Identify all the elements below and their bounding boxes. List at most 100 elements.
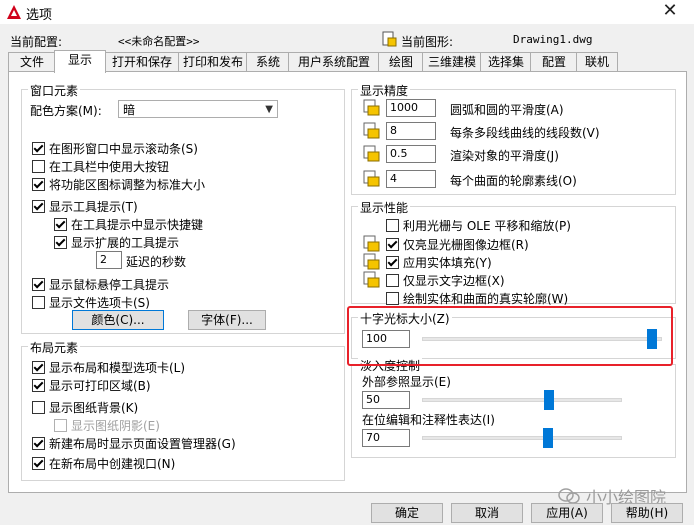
xref-fade-slider-thumb[interactable]: [543, 390, 554, 410]
checkbox-text-frame-only[interactable]: 仅显示文字边框(X): [386, 272, 505, 289]
checkbox-label: 在工具栏中使用大按钮: [49, 160, 170, 174]
checkbox-show-scrollbars[interactable]: 在图形窗口中显示滚动条(S): [32, 140, 198, 157]
checkbox-box[interactable]: [386, 274, 399, 287]
polyline-segments-input[interactable]: 8: [386, 122, 436, 140]
checkbox-page-setup-manager[interactable]: 新建布局时显示页面设置管理器(G): [32, 435, 236, 452]
checkbox-label: 显示文件选项卡(S): [49, 296, 150, 310]
layout-elements-title: 布局元素: [28, 339, 81, 356]
tab-system[interactable]: 系统: [246, 52, 290, 72]
checkbox-file-tabs[interactable]: 显示文件选项卡(S): [32, 294, 150, 311]
checkbox-label: 显示工具提示(T): [49, 200, 138, 214]
color-scheme-label: 配色方案(M):: [30, 104, 102, 118]
checkbox-printable-area[interactable]: 显示可打印区域(B): [32, 377, 151, 394]
checkbox-extended-tooltips[interactable]: 显示扩展的工具提示: [54, 234, 179, 251]
xref-fade-input[interactable]: 50: [362, 391, 410, 409]
checkbox-box[interactable]: [32, 457, 45, 470]
checkbox-paper-background[interactable]: 显示图纸背景(K): [32, 399, 138, 416]
window-elements-group: 窗口元素 配色方案(M): 暗 ▼ 在图形窗口中显示滚动条(S) 在工具栏中使用…: [21, 82, 345, 334]
arc-smoothness-input[interactable]: 1000: [386, 99, 436, 117]
checkbox-box[interactable]: [54, 236, 67, 249]
checkbox-raster-ole-pan[interactable]: 利用光栅与 OLE 平移和缩放(P): [386, 217, 571, 234]
checkbox-true-silhouettes[interactable]: 绘制实体和曲面的真实轮廓(W): [386, 290, 568, 307]
checkbox-box: [54, 419, 67, 432]
apply-button[interactable]: 应用(A): [531, 503, 603, 523]
xref-fade-label: 外部参照显示(E): [362, 375, 451, 389]
inplace-fade-slider-track[interactable]: [422, 436, 622, 440]
display-performance-group: 显示性能 利用光栅与 OLE 平移和缩放(P) 仅亮显光栅图像边框(R) 应用实…: [351, 199, 676, 307]
checkbox-box[interactable]: [386, 219, 399, 232]
window-title: 选项: [26, 8, 53, 23]
tab-online[interactable]: 联机: [576, 52, 618, 72]
checkbox-box[interactable]: [32, 401, 45, 414]
checkbox-box[interactable]: [32, 200, 45, 213]
polyline-segments-label: 每条多段线曲线的线段数(V): [450, 126, 600, 140]
checkbox-paper-shadow: 显示图纸阴影(E): [54, 417, 160, 434]
checkbox-label: 在新布局中创建视口(N): [49, 457, 176, 471]
close-icon[interactable]: ✕: [658, 0, 682, 24]
fonts-button[interactable]: 字体(F)...: [188, 310, 266, 330]
checkbox-box[interactable]: [32, 296, 45, 309]
drawing-saved-icon: [363, 122, 380, 139]
tab-3d-modeling[interactable]: 三维建模: [422, 52, 482, 72]
checkbox-raster-frame-only[interactable]: 仅亮显光栅图像边框(R): [386, 236, 529, 253]
highlight-annotation-box: [347, 306, 673, 366]
chevron-down-icon: ▼: [265, 104, 273, 115]
checkbox-label: 应用实体填充(Y): [403, 256, 492, 270]
checkbox-rollover-tooltips[interactable]: 显示鼠标悬停工具提示: [32, 276, 169, 293]
checkbox-label: 利用光栅与 OLE 平移和缩放(P): [403, 219, 571, 233]
tab-open-save[interactable]: 打开和保存: [104, 52, 180, 72]
fade-control-group: 淡入度控制 外部参照显示(E) 50 在位编辑和注释性表达(I) 70: [351, 357, 676, 458]
checkbox-box[interactable]: [32, 142, 45, 155]
inplace-fade-slider-thumb[interactable]: [543, 428, 554, 448]
contour-lines-input[interactable]: 4: [386, 170, 436, 188]
checkbox-label: 显示鼠标悬停工具提示: [49, 278, 170, 292]
checkbox-tooltip-shortcuts[interactable]: 在工具提示中显示快捷键: [54, 216, 203, 233]
tab-plot-publish[interactable]: 打印和发布: [178, 52, 248, 72]
layout-elements-group: 布局元素 显示布局和模型选项卡(L) 显示可打印区域(B) 显示图纸背景(K) …: [21, 339, 345, 481]
checkbox-box[interactable]: [32, 379, 45, 392]
tab-profiles[interactable]: 配置: [530, 52, 578, 72]
autocad-logo-icon: [7, 5, 21, 19]
delay-seconds-label: 延迟的秒数: [126, 255, 187, 269]
display-resolution-group: 显示精度 1000 圆弧和圆的平滑度(A) 8 每条多段线曲线的线段数(V) 0…: [351, 82, 676, 195]
color-scheme-dropdown[interactable]: 暗 ▼: [118, 100, 278, 118]
tab-drafting[interactable]: 绘图: [378, 52, 424, 72]
checkbox-box[interactable]: [32, 437, 45, 450]
checkbox-create-viewport[interactable]: 在新布局中创建视口(N): [32, 455, 175, 472]
checkbox-label: 绘制实体和曲面的真实轮廓(W): [403, 292, 569, 306]
checkbox-large-buttons[interactable]: 在工具栏中使用大按钮: [32, 158, 169, 175]
inplace-fade-input[interactable]: 70: [362, 429, 410, 447]
checkbox-ribbon-icons-standard[interactable]: 将功能区图标调整为标准大小: [32, 176, 205, 193]
xref-fade-slider-track[interactable]: [422, 398, 622, 402]
checkbox-label: 在图形窗口中显示滚动条(S): [49, 142, 198, 156]
tab-selection[interactable]: 选择集: [480, 52, 532, 72]
checkbox-box[interactable]: [386, 292, 399, 305]
tab-display[interactable]: 显示: [54, 50, 106, 73]
help-button[interactable]: 帮助(H): [611, 503, 683, 523]
delay-seconds-input[interactable]: 2: [96, 251, 122, 269]
current-profile-label: 当前配置:: [10, 35, 63, 49]
checkbox-label: 新建布局时显示页面设置管理器(G): [49, 437, 236, 451]
checkbox-label: 显示可打印区域(B): [49, 379, 151, 393]
checkbox-layout-model-tabs[interactable]: 显示布局和模型选项卡(L): [32, 359, 185, 376]
tab-files[interactable]: 文件: [8, 52, 56, 72]
checkbox-box[interactable]: [54, 218, 67, 231]
checkbox-show-tooltips[interactable]: 显示工具提示(T): [32, 198, 138, 215]
drawing-saved-icon: [363, 99, 380, 116]
colors-button[interactable]: 颜色(C)...: [72, 310, 164, 330]
current-drawing-value: Drawing1.dwg: [513, 33, 593, 46]
ok-button[interactable]: 确定: [371, 503, 443, 523]
drawing-file-icon: [382, 31, 397, 47]
tab-user-preferences[interactable]: 用户系统配置: [288, 52, 380, 72]
arc-smoothness-label: 圆弧和圆的平滑度(A): [450, 103, 564, 117]
checkbox-box[interactable]: [32, 178, 45, 191]
checkbox-solid-fill[interactable]: 应用实体填充(Y): [386, 254, 492, 271]
cancel-button[interactable]: 取消: [451, 503, 523, 523]
checkbox-box[interactable]: [32, 361, 45, 374]
checkbox-box[interactable]: [386, 238, 399, 251]
render-smoothness-input[interactable]: 0.5: [386, 145, 436, 163]
checkbox-box[interactable]: [386, 256, 399, 269]
checkbox-box[interactable]: [32, 160, 45, 173]
checkbox-box[interactable]: [32, 278, 45, 291]
checkbox-label: 显示图纸阴影(E): [71, 419, 160, 433]
